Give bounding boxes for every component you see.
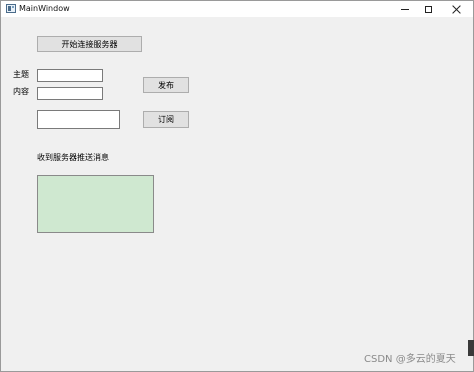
main-window: MainWindow 开始连接服务器 主题 内容 发布 订阅 收到服务器推送消息: [0, 0, 474, 372]
received-messages-label: 收到服务器推送消息: [37, 153, 109, 162]
content-label: 内容: [13, 87, 29, 96]
publish-button[interactable]: 发布: [143, 77, 189, 93]
watermark: CSDN @多云的夏天: [364, 354, 456, 365]
topic-input[interactable]: [37, 69, 103, 82]
close-button[interactable]: [439, 1, 473, 17]
subscribe-button[interactable]: 订阅: [143, 111, 189, 128]
subscribe-topic-input[interactable]: [37, 110, 120, 129]
topic-label: 主题: [13, 70, 29, 79]
title-bar: MainWindow: [1, 1, 473, 17]
close-icon: [452, 5, 461, 14]
content-input[interactable]: [37, 87, 103, 100]
received-messages-area[interactable]: [37, 175, 154, 233]
app-window-icon: [6, 4, 16, 13]
client-area: 开始连接服务器 主题 内容 发布 订阅 收到服务器推送消息: [1, 17, 473, 371]
connect-server-button[interactable]: 开始连接服务器: [37, 36, 142, 52]
maximize-icon: [424, 5, 432, 13]
minimize-icon: [401, 8, 409, 10]
taskbar-edge: [468, 340, 474, 356]
window-title: MainWindow: [19, 4, 70, 13]
